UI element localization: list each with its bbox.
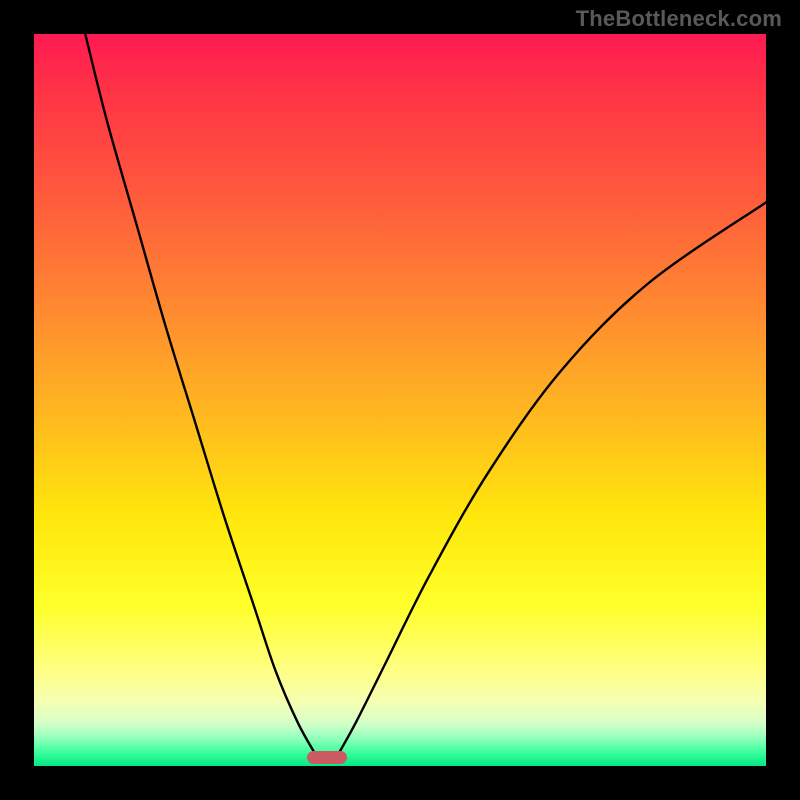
curve-left xyxy=(85,34,316,755)
plot-area xyxy=(34,34,766,766)
curve-right xyxy=(338,202,766,755)
watermark-text: TheBottleneck.com xyxy=(576,6,782,32)
bottleneck-curve xyxy=(34,34,766,766)
outer-frame: TheBottleneck.com xyxy=(0,0,800,800)
optimal-marker xyxy=(307,751,347,764)
